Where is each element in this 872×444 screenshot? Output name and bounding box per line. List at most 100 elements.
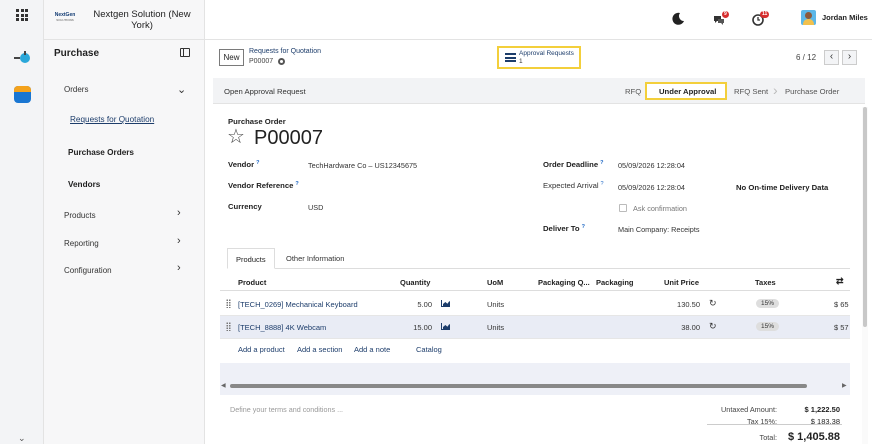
control-panel: New Requests for Quotation P00007 Approv… (212, 44, 865, 72)
star-icon[interactable]: ☆ (227, 126, 245, 148)
horizontal-scrollbar[interactable]: ◀ ▶ (220, 382, 850, 390)
untaxed-amount-value: $ 1,222.50 (804, 405, 840, 414)
scroll-left-icon[interactable]: ◀ (221, 382, 226, 389)
tax-tag[interactable]: 15% (756, 322, 780, 331)
record-name: P00007 (254, 127, 323, 149)
add-note-link[interactable]: Add a note (354, 345, 390, 354)
currency-field[interactable]: USD (308, 203, 323, 212)
column-product[interactable]: Product (238, 278, 266, 287)
status-step-rfq[interactable]: RFQ (625, 87, 641, 96)
price-history-icon[interactable]: ↻ (709, 298, 717, 309)
row-uom[interactable]: Units (487, 323, 504, 332)
sidebar-item-products[interactable]: Products (64, 211, 96, 220)
toggle-sidebar-icon[interactable] (180, 48, 190, 57)
status-step-under-approval[interactable]: Under Approval (645, 82, 727, 100)
column-packaging[interactable]: Packaging (596, 278, 634, 287)
column-packaging-qty[interactable]: Packaging Q... (538, 278, 590, 287)
column-quantity[interactable]: Quantity (400, 278, 430, 287)
apps-menu-icon[interactable] (16, 9, 28, 21)
on-time-delivery-info: No On-time Delivery Data (736, 183, 829, 192)
vertical-scrollbar[interactable] (862, 107, 868, 444)
company-logo: NextGen SOLUTIONS (54, 12, 76, 22)
breadcrumb-current: P00007 (249, 58, 274, 65)
sidebar-item-requests-for-quotation[interactable]: Requests for Quotation (70, 115, 154, 124)
gear-icon[interactable] (278, 58, 285, 65)
total-value: $ 1,405.88 (788, 431, 840, 443)
row-unit-price[interactable]: 130.50 (664, 300, 700, 309)
company-header: NextGen SOLUTIONS Nextgen Solution (New Y… (44, 0, 205, 40)
smart-button-count: 1 (519, 58, 523, 65)
chevron-right-icon[interactable]: › (177, 236, 181, 247)
table-row[interactable]: [TECH_0269] Mechanical Keyboard 5.00 Uni… (220, 293, 850, 316)
row-subtotal: $ 65 (834, 300, 849, 309)
purchase-app-icon[interactable] (14, 86, 31, 103)
scroll-right-icon[interactable]: ▶ (842, 382, 847, 389)
sidebar-item-reporting[interactable]: Reporting (64, 239, 99, 248)
total-label: Total: (759, 433, 777, 442)
sidebar-item-vendors[interactable]: Vendors (68, 180, 100, 189)
activity-clock-icon[interactable]: 11 (752, 11, 770, 27)
order-deadline-field[interactable]: 05/09/2026 12:28:04 (618, 161, 685, 170)
tab-products[interactable]: Products (227, 248, 275, 269)
price-history-icon[interactable]: ↻ (709, 321, 717, 332)
sidebar-item-purchase-orders[interactable]: Purchase Orders (68, 148, 134, 157)
status-step-rfq-sent[interactable]: RFQ Sent (734, 87, 768, 96)
add-product-link[interactable]: Add a product (238, 345, 285, 354)
add-section-link[interactable]: Add a section (297, 345, 342, 354)
untaxed-amount-label: Untaxed Amount: (721, 405, 777, 414)
table-row[interactable]: [TECH_8888] 4K Webcam 15.00 Units 38.00 … (220, 316, 850, 339)
status-separator: › (773, 82, 778, 98)
chevron-down-icon[interactable]: ⌄ (177, 85, 186, 96)
dark-mode-icon[interactable] (672, 12, 685, 25)
ask-confirmation-checkbox[interactable] (619, 204, 627, 212)
forecast-chart-icon[interactable] (441, 300, 450, 307)
messages-icon[interactable]: 9 (713, 11, 729, 26)
tax-tag[interactable]: 15% (756, 299, 780, 308)
form-title-label: Purchase Order (228, 117, 286, 126)
row-unit-price[interactable]: 38.00 (664, 323, 700, 332)
column-unit-price[interactable]: Unit Price (664, 278, 699, 287)
app-rail: ⌄ (0, 0, 44, 444)
expected-arrival-field[interactable]: 05/09/2026 12:28:04 (618, 183, 685, 192)
list-icon (505, 53, 516, 62)
chevron-right-icon[interactable]: › (177, 263, 181, 274)
vendor-label: Vendor? (228, 160, 260, 169)
column-settings-icon[interactable]: ⇄ (836, 276, 844, 287)
new-button[interactable]: New (219, 49, 244, 66)
user-name[interactable]: Jordan Miles (822, 13, 868, 22)
column-uom[interactable]: UoM (487, 278, 503, 287)
app-switch-icon[interactable] (13, 49, 31, 67)
drag-handle-icon[interactable] (226, 299, 231, 308)
app-title: Purchase (54, 48, 100, 59)
pager-previous-button[interactable]: ‹ (824, 50, 839, 65)
sidebar-item-configuration[interactable]: Configuration (64, 266, 112, 275)
terms-conditions-input[interactable]: Define your terms and conditions ... (230, 405, 343, 414)
pager-next-button[interactable]: › (842, 50, 857, 65)
column-taxes[interactable]: Taxes (755, 278, 776, 287)
tab-other-information[interactable]: Other Information (278, 248, 352, 269)
chevron-right-icon[interactable]: › (177, 208, 181, 219)
pager-value[interactable]: 6 / 12 (796, 53, 816, 62)
row-product[interactable]: [TECH_8888] 4K Webcam (238, 323, 326, 332)
deliver-to-field[interactable]: Main Company: Receipts (618, 225, 700, 234)
chevron-down-icon[interactable]: ⌄ (18, 433, 26, 444)
company-name: Nextgen Solution (New York) (93, 9, 191, 31)
open-approval-request-button[interactable]: Open Approval Request (224, 87, 306, 96)
activity-count-badge: 11 (760, 11, 770, 18)
row-uom[interactable]: Units (487, 300, 504, 309)
row-quantity[interactable]: 15.00 (400, 323, 432, 332)
avatar[interactable] (801, 10, 816, 25)
forecast-chart-icon[interactable] (441, 323, 450, 330)
vendor-field[interactable]: TechHardware Co – US12345675 (308, 161, 417, 170)
breadcrumb-parent[interactable]: Requests for Quotation (249, 48, 321, 55)
notebook-tabs: Products Other Information (227, 248, 850, 269)
approval-requests-button[interactable]: Approval Requests 1 (497, 46, 581, 69)
scrollbar-thumb[interactable] (230, 384, 807, 388)
drag-handle-icon[interactable] (226, 322, 231, 331)
catalog-link[interactable]: Catalog (416, 345, 442, 354)
sidebar-item-orders[interactable]: Orders (64, 85, 88, 94)
row-quantity[interactable]: 5.00 (400, 300, 432, 309)
row-product[interactable]: [TECH_0269] Mechanical Keyboard (238, 300, 358, 309)
expected-arrival-label: Expected Arrival? (543, 181, 604, 190)
status-step-purchase-order[interactable]: Purchase Order (785, 87, 839, 96)
